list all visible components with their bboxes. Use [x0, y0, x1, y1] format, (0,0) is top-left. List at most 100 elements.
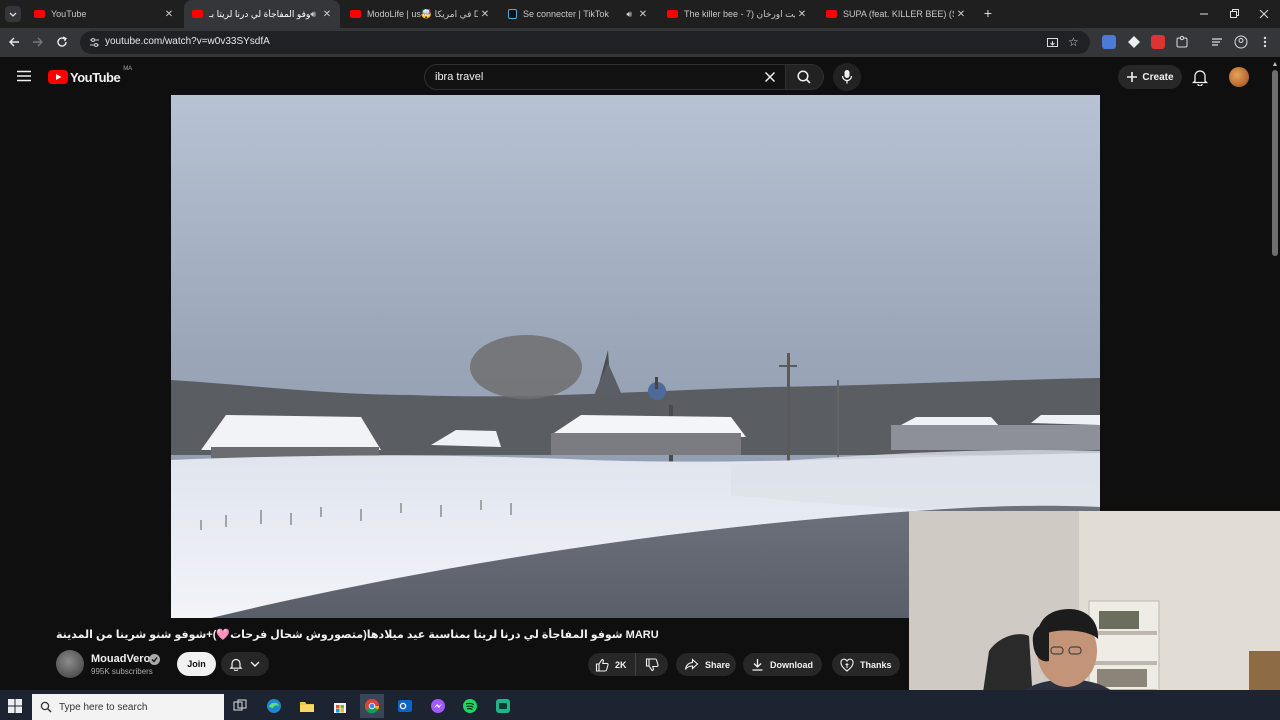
browser-tab-strip: YouTube ✕ شوفو المفاجأة لي درنا لريتا بـ…	[0, 0, 1280, 28]
search-button[interactable]	[786, 64, 824, 90]
download-icon	[752, 659, 763, 671]
bookmark-star-icon[interactable]: ☆	[1068, 35, 1082, 49]
channel-name[interactable]: MouadVero	[91, 653, 150, 665]
restore-button[interactable]	[1226, 6, 1242, 22]
taskbar-edge[interactable]	[264, 696, 284, 716]
taskbar-chrome[interactable]	[360, 694, 384, 718]
thanks-label: Thanks	[860, 659, 892, 670]
store-bag-icon	[334, 703, 346, 713]
reading-list-icon[interactable]	[1210, 35, 1224, 49]
install-app-icon[interactable]	[1046, 36, 1059, 49]
clear-search-button[interactable]	[763, 70, 777, 84]
youtube-favicon-icon	[667, 10, 678, 18]
speaker-icon[interactable]: 🔊︎	[626, 9, 632, 20]
create-button[interactable]: Create	[1118, 65, 1182, 89]
bell-icon	[229, 658, 243, 671]
chrome-menu-icon[interactable]	[1258, 35, 1272, 49]
taskbar-app-teal[interactable]	[493, 696, 513, 716]
taskbar-search-box[interactable]: Type here to search	[32, 694, 224, 720]
address-bar[interactable]: youtube.com/watch?v=w0v33SYsdfA ☆	[80, 31, 1090, 54]
join-button[interactable]: Join	[177, 652, 216, 676]
spotify-icon	[463, 699, 477, 713]
youtube-favicon-icon	[34, 10, 45, 18]
subscribe-notifications-button[interactable]	[221, 652, 269, 676]
taskbar-file-explorer[interactable]	[297, 696, 317, 716]
arrow-right-icon	[33, 37, 43, 47]
notifications-button[interactable]	[1191, 68, 1209, 87]
youtube-play-logo-icon	[48, 70, 68, 84]
search-icon	[40, 701, 52, 713]
messenger-icon	[431, 699, 445, 713]
tab-killer-bee[interactable]: The killer bee - ايت اورخان (7AD ✕	[659, 0, 815, 28]
reload-button[interactable]	[54, 34, 70, 50]
speaker-icon[interactable]: 🔊︎	[310, 9, 316, 20]
dislike-button[interactable]	[636, 653, 668, 676]
chevron-down-icon	[250, 661, 260, 667]
app-teal-icon	[496, 699, 510, 713]
webcam-feed-image	[909, 511, 1280, 720]
download-button[interactable]: Download	[743, 653, 822, 676]
country-code: MA	[123, 66, 133, 72]
share-label: Share	[705, 659, 731, 670]
close-window-button[interactable]	[1256, 6, 1272, 22]
scroll-up-arrow-icon[interactable]: ▲	[1271, 61, 1279, 69]
tab-current-video[interactable]: شوفو المفاجأة لي درنا لريتا بـ 🔊︎ ✕	[184, 0, 340, 28]
voice-search-button[interactable]	[833, 63, 861, 91]
taskbar-outlook[interactable]	[395, 696, 415, 716]
tab-supa[interactable]: SUPA (feat. KILLER BEE) (Specia ✕	[818, 0, 974, 28]
extensions-puzzle-icon[interactable]	[1175, 35, 1189, 49]
start-button[interactable]	[8, 699, 22, 713]
tab-modolife[interactable]: ModoLife | us🤯 في امريكا DEF ✕	[342, 0, 498, 28]
forward-button[interactable]	[30, 34, 46, 50]
thumbs-down-icon	[645, 657, 659, 671]
account-avatar[interactable]	[1229, 67, 1249, 87]
guide-menu-button[interactable]	[15, 67, 33, 85]
close-icon[interactable]: ✕	[320, 9, 334, 20]
tab-youtube[interactable]: YouTube ✕	[26, 0, 182, 28]
search-value: ibra travel	[435, 71, 484, 83]
bell-icon	[1191, 70, 1209, 87]
channel-avatar[interactable]	[56, 650, 84, 678]
video-title: شوفو المفاجأة لي درنا لريتا بمناسبة عيد …	[56, 629, 659, 641]
like-button[interactable]: 2K	[588, 653, 636, 676]
microphone-icon	[841, 70, 853, 84]
close-icon	[764, 71, 776, 83]
youtube-favicon-icon	[192, 10, 203, 18]
search-input[interactable]: ibra travel	[424, 64, 786, 90]
thumbs-up-icon	[595, 658, 609, 672]
new-tab-button[interactable]: +	[980, 5, 996, 21]
close-icon[interactable]: ✕	[954, 9, 968, 20]
tiktok-favicon-icon	[508, 9, 517, 19]
close-icon[interactable]: ✕	[478, 9, 492, 20]
taskbar-spotify[interactable]	[460, 696, 480, 716]
profile-icon[interactable]	[1234, 35, 1248, 49]
minimize-icon	[1200, 13, 1208, 15]
thanks-button[interactable]: Thanks	[832, 653, 900, 676]
extension-diamond-icon[interactable]	[1127, 35, 1141, 49]
close-icon[interactable]: ✕	[636, 9, 650, 20]
task-view-button[interactable]	[230, 696, 250, 716]
chrome-icon	[364, 699, 380, 714]
extension-red-icon[interactable]	[1151, 35, 1165, 49]
youtube-header: YouTube MA ibra travel Create	[0, 57, 1280, 95]
edge-icon	[267, 699, 281, 713]
close-icon[interactable]: ✕	[795, 9, 809, 20]
minimize-button[interactable]	[1196, 6, 1212, 22]
taskbar-messenger[interactable]	[428, 696, 448, 716]
share-icon	[684, 658, 699, 670]
tab-tiktok[interactable]: Se connecter | TikTok 🔊︎ ✕	[500, 0, 656, 28]
tab-search-button[interactable]	[5, 6, 21, 22]
windows-logo-icon	[8, 699, 22, 713]
youtube-logo[interactable]: YouTube MA	[48, 66, 133, 86]
scrollbar-thumb[interactable]	[1272, 70, 1278, 256]
site-info-icon[interactable]	[88, 36, 101, 49]
taskbar-store[interactable]	[330, 696, 350, 716]
back-button[interactable]	[6, 34, 22, 50]
extension-translate-icon[interactable]	[1102, 35, 1116, 49]
close-icon[interactable]: ✕	[162, 9, 176, 20]
verified-check-icon	[149, 654, 160, 665]
arrow-left-icon	[9, 37, 19, 47]
share-button[interactable]: Share	[676, 653, 736, 676]
chevron-down-icon	[9, 12, 17, 17]
download-label: Download	[770, 659, 813, 670]
